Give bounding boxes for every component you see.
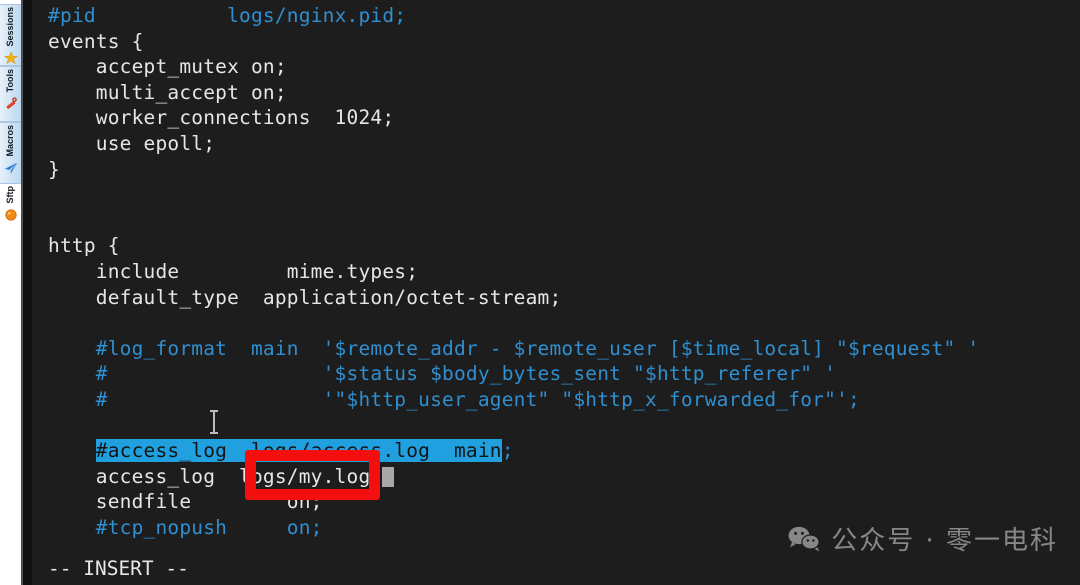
code-line: #log_format main '$remote_addr - $remote… [48,336,979,362]
code-text: access_log logs/my.log; [48,464,383,488]
orange-dot-icon [4,207,18,221]
sidebar-tab-sessions[interactable]: Sessions [0,4,21,66]
code-text: default_type application/octet-stream; [48,285,562,309]
sidebar-tab-tools[interactable]: Tools [0,66,21,122]
code-line: access_log logs/my.log; [48,464,979,490]
terminal-window: Sessions Tools Macros Sftp #pid logs/ngi… [0,0,1080,585]
code-line: #access_log logs/access.log main; [48,438,979,464]
terminal-pane[interactable]: #pid logs/nginx.pid; events { accept_mute… [32,0,1080,585]
code-text: use epoll; [48,131,216,155]
code-text: http { [48,234,120,258]
sidebar-tab-sftp-label: Sftp [5,186,15,204]
code-text: include mime.types; [48,259,419,283]
code-line: worker_connections 1024; [48,105,979,131]
code-comment: ; [501,439,514,463]
code-comment: # '"$http_user_agent" "$http_x_forwarded… [48,387,860,411]
code-comment: # '$status $body_bytes_sent "$http_refer… [48,362,837,386]
sidebar-splitter[interactable] [22,0,32,585]
code-line: # '"$http_user_agent" "$http_x_forwarded… [48,387,979,413]
sidebar-tab-macros[interactable]: Macros [0,122,21,184]
code-comment: logs/nginx.pid; [227,4,407,27]
left-sidebar: Sessions Tools Macros Sftp [0,0,22,585]
sidebar-tab-sftp[interactable]: Sftp [0,184,21,226]
code-line: } [48,157,979,183]
editor-code-area[interactable]: #pid logs/nginx.pid; events { accept_mute… [32,0,979,540]
code-line: events { [48,29,979,55]
code-line: accept_mutex on; [48,54,979,80]
code-text: sendfile on; [48,490,323,514]
sidebar-tab-tools-label: Tools [5,69,15,93]
sidebar-empty-area [0,226,21,585]
code-line: default_type application/octet-stream; [48,285,979,311]
paper-plane-icon [4,160,18,174]
wrench-icon [4,95,18,110]
code-comment: #tcp_nopush on; [48,515,323,539]
code-line: use epoll; [48,131,979,157]
code-line: sendfile on; [48,489,979,515]
code-comment: #log_format main '$remote_addr - $remote… [48,336,980,360]
code-text: multi_accept on; [48,80,287,104]
code-line: #pid logs/nginx.pid; [48,3,979,29]
star-icon [3,50,18,64]
code-line: # '$status $body_bytes_sent "$http_refer… [48,361,979,387]
code-line: #tcp_nopush on; [48,515,979,541]
selected-text: #access_log logs/access.log main [95,439,502,463]
code-comment: #pid [48,4,96,27]
sidebar-tab-macros-label: Macros [5,125,15,157]
code-text: events { [48,29,144,53]
code-text: accept_mutex on; [48,55,287,79]
code-line: include mime.types; [48,259,979,285]
code-line: multi_accept on; [48,80,979,106]
text-cursor [382,466,395,487]
vim-mode-status: -- INSERT -- [48,557,189,580]
mouse-pointer-icon [210,410,218,434]
code-text: worker_connections 1024; [48,106,395,130]
code-line: http { [48,233,979,259]
sidebar-tab-sessions-label: Sessions [5,7,15,47]
code-text: } [48,157,60,181]
